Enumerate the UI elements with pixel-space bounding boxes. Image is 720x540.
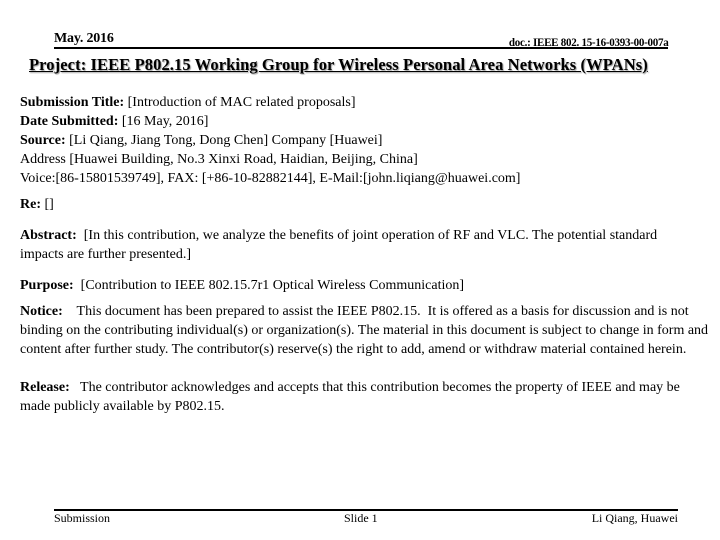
footer-slide-number: Slide 1 (344, 511, 378, 525)
purpose-value: [Contribution to IEEE 802.15.7r1 Optical… (73, 278, 465, 293)
abstract-value: [In this contribution, we analyze the be… (20, 228, 661, 262)
source-line: Source: [Li Qiang, Jiang Tong, Dong Chen… (20, 131, 715, 150)
submission-title-value: [Introduction of MAC related proposals] (124, 95, 356, 110)
header-divider (54, 47, 668, 49)
project-title: Project: IEEE P802.15 Working Group for … (29, 55, 648, 74)
submission-block: Submission Title: [Introduction of MAC r… (20, 93, 715, 188)
re-line: Re: [] (20, 195, 715, 214)
submission-title-line: Submission Title: [Introduction of MAC r… (20, 93, 715, 112)
re-label: Re: (20, 197, 41, 212)
abstract-block: Abstract: [In this contribution, we anal… (20, 226, 700, 264)
footer-submission: Submission (54, 511, 111, 525)
release-block: Release: The contributor acknowledges an… (20, 378, 710, 416)
re-value: [] (41, 197, 54, 212)
date-submitted-value: [16 May, 2016] (118, 114, 209, 129)
footer-author: Li Qiang, Huawei (591, 511, 678, 525)
date-submitted-line: Date Submitted: [16 May, 2016] (20, 112, 715, 131)
submission-title-label: Submission Title: (20, 95, 125, 110)
release-value: The contributor acknowledges and accepts… (20, 380, 684, 414)
date-submitted-label: Date Submitted: (20, 114, 119, 129)
address-line: Address [Huawei Building, No.3 Xinxi Roa… (20, 152, 418, 167)
header-date: May. 2016 (54, 31, 114, 46)
source-label: Source: (20, 133, 66, 148)
notice-block: Notice: This document has been prepared … (20, 302, 718, 359)
source-value: [Li Qiang, Jiang Tong, Dong Chen] Compan… (65, 133, 383, 148)
release-label: Release: (20, 380, 70, 395)
abstract-label: Abstract: (20, 228, 77, 243)
purpose-label: Purpose: (20, 278, 74, 293)
voice-line: Voice:[86-15801539749], FAX: [+86-10-828… (20, 171, 521, 186)
notice-label: Notice: (20, 304, 63, 319)
notice-value: This document has been prepared to assis… (20, 304, 712, 357)
purpose-block: Purpose: [Contribution to IEEE 802.15.7r… (20, 276, 715, 295)
